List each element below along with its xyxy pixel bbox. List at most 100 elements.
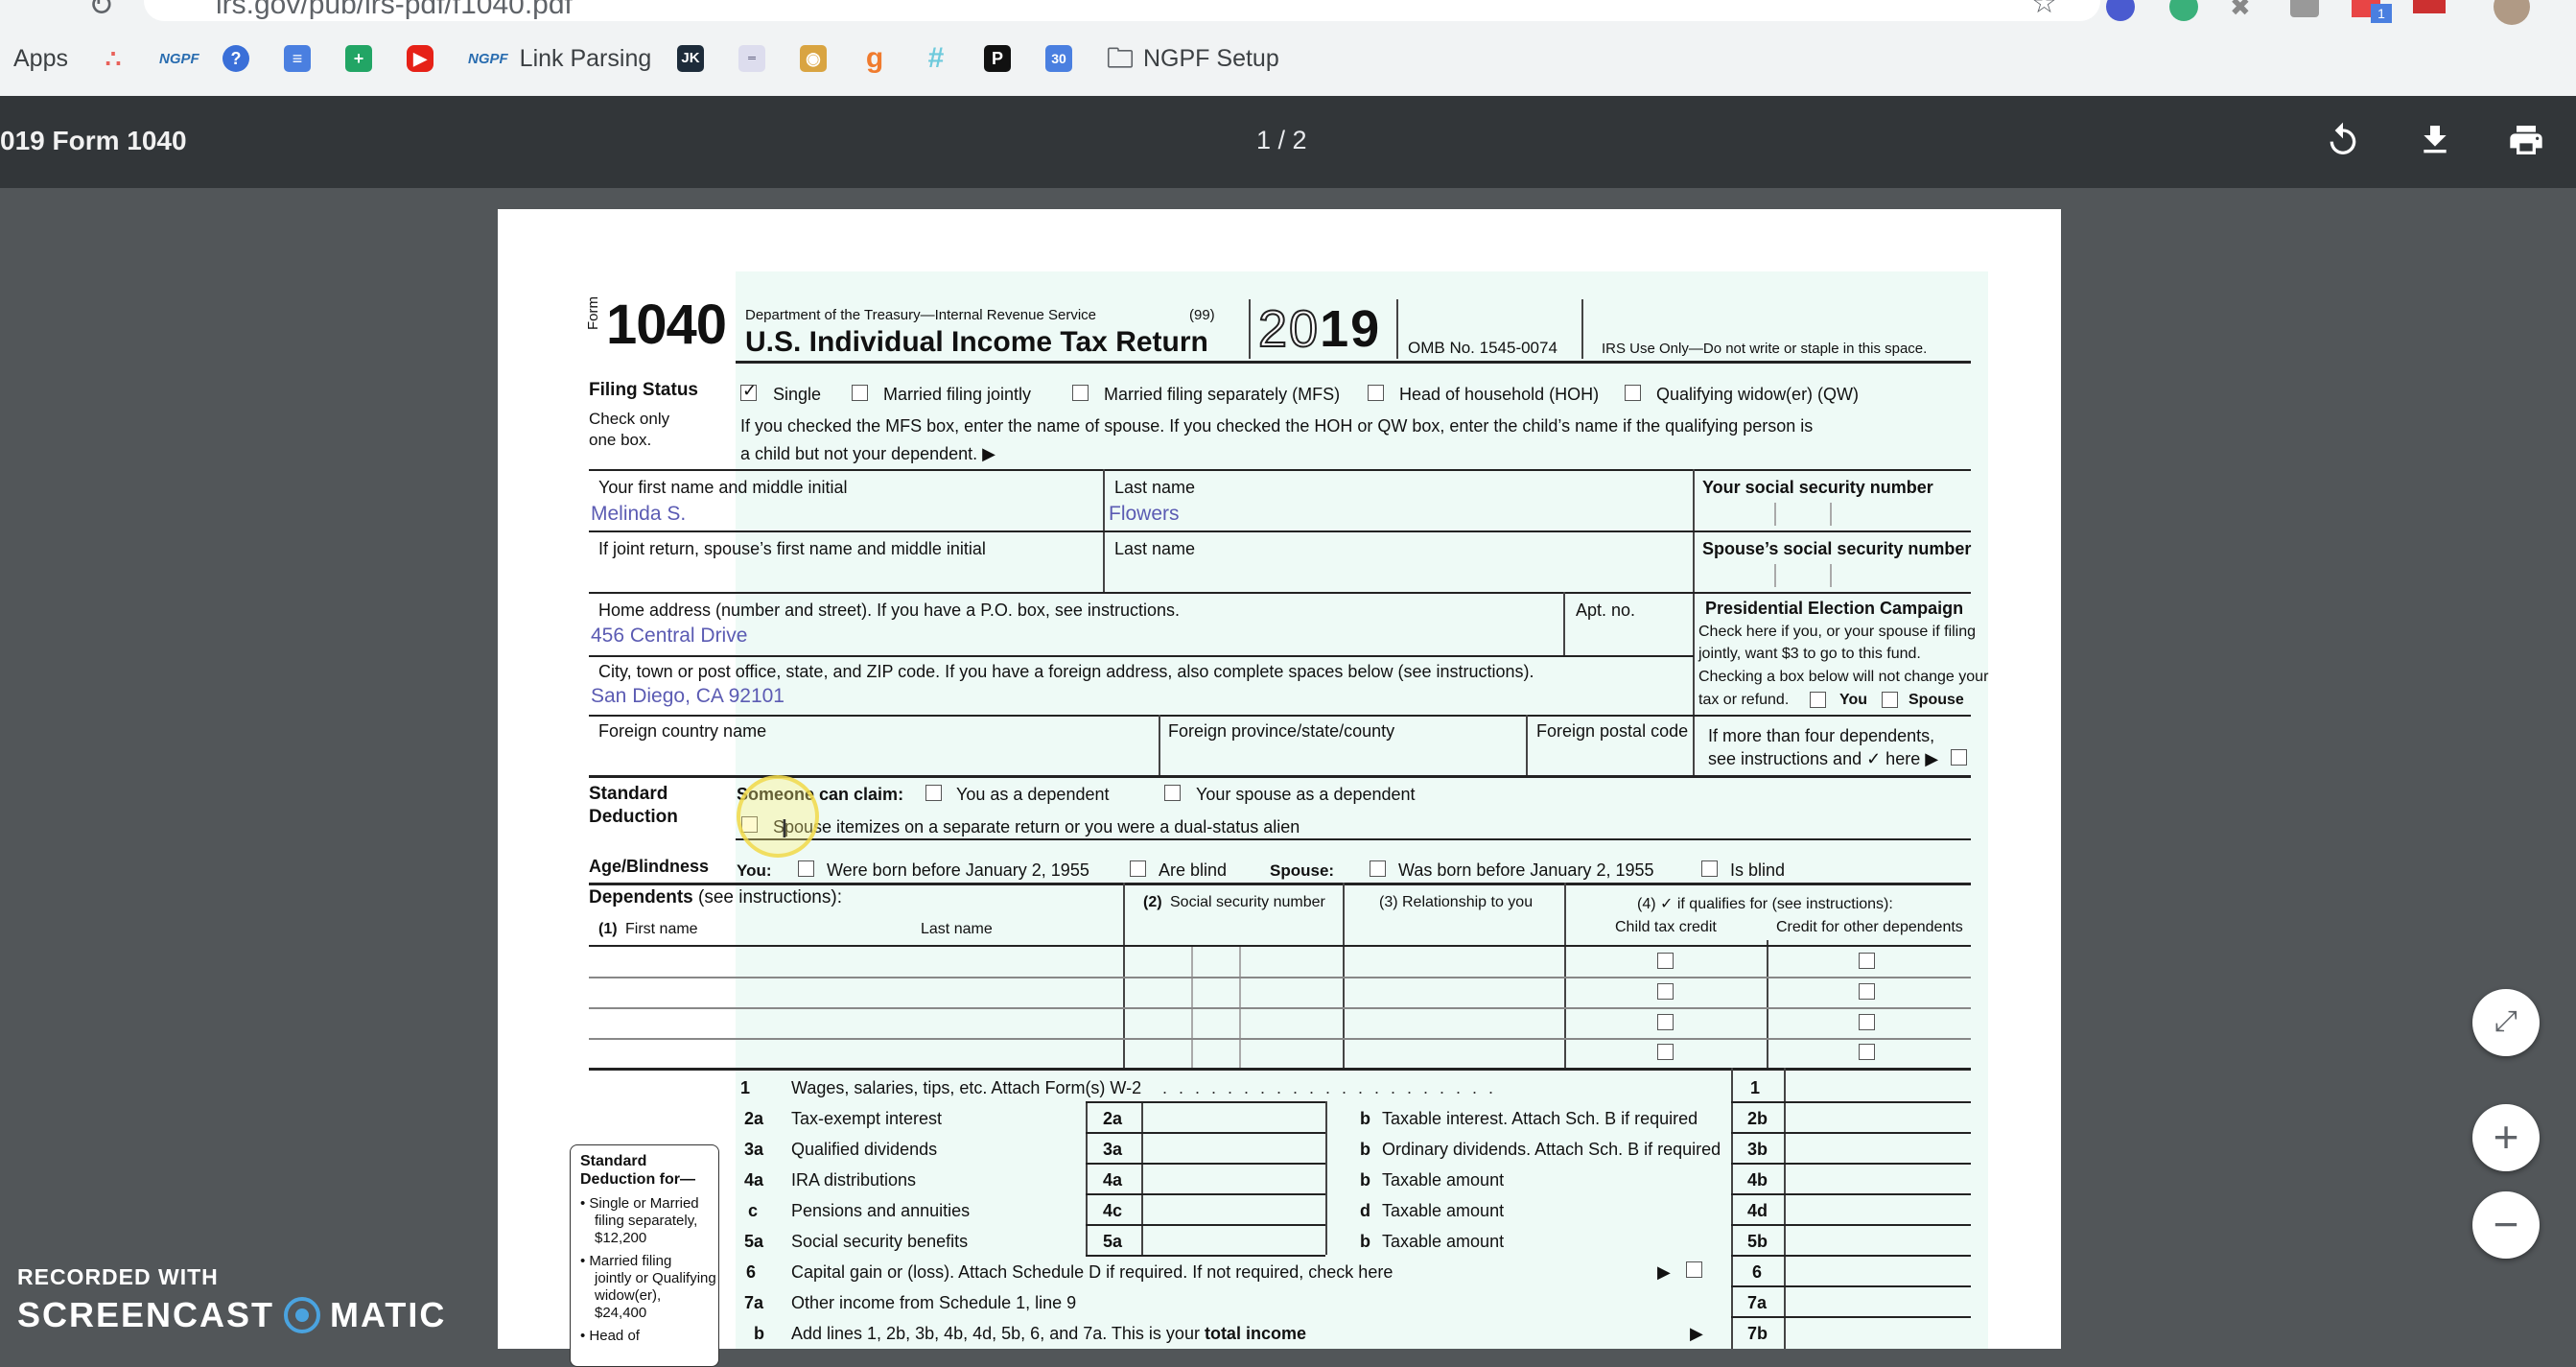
fit-page-button[interactable]: ⤢ xyxy=(2472,989,2540,1056)
checkbox-qw[interactable] xyxy=(1625,385,1641,401)
bookmark-jk[interactable]: JK xyxy=(677,38,714,79)
checkbox-hoh[interactable] xyxy=(1368,385,1384,401)
bookmark-p[interactable]: P xyxy=(984,38,1020,79)
rule xyxy=(1731,1255,1971,1257)
line-2a-box: 2a xyxy=(1103,1109,1123,1128)
checkbox-pec-spouse[interactable] xyxy=(1882,692,1898,708)
bookmark-docs[interactable]: ≡ xyxy=(284,38,320,79)
url-text[interactable]: irs.gov/pub/irs-pdf/f1040.pdf xyxy=(216,0,573,21)
line-3a-label: Qualified dividends xyxy=(791,1140,938,1159)
arrow-icon: ▶ xyxy=(1657,1262,1671,1282)
bookmark-brand[interactable]: ═ xyxy=(738,38,775,79)
extension-icon-6[interactable] xyxy=(2413,0,2446,13)
first-name-value[interactable]: Melinda S. xyxy=(591,503,686,526)
bookmark-ngpf[interactable]: NGPF xyxy=(159,38,199,79)
rule xyxy=(1086,1255,1325,1257)
rule xyxy=(1731,1193,1971,1195)
zoom-in-button[interactable]: + xyxy=(2472,1104,2540,1171)
bookmark-star-icon[interactable]: ☆ xyxy=(2031,0,2057,20)
youtube-icon: ▶ xyxy=(407,45,433,72)
city-value[interactable]: San Diego, CA 92101 xyxy=(591,685,785,708)
dep-col2-num: (2) xyxy=(1143,894,1162,910)
checkbox-other-credit-3[interactable] xyxy=(1859,1014,1875,1030)
rule xyxy=(589,883,1971,885)
spouse-blind-label: Is blind xyxy=(1730,860,1786,880)
rule xyxy=(589,530,1971,532)
divider xyxy=(1249,299,1251,359)
sd-box-title: Deduction for— xyxy=(580,1171,695,1188)
bookmark-asana[interactable]: ∴ xyxy=(100,38,136,79)
bookmark-badge[interactable]: ◉ xyxy=(800,38,836,79)
bookmark-youtube[interactable]: ▶ xyxy=(407,38,443,79)
checkbox-you-born-before[interactable] xyxy=(798,860,814,877)
line-4c-letter: c xyxy=(748,1201,759,1220)
bookmark-sheets[interactable]: + xyxy=(345,38,382,79)
bookmark-nearpod[interactable]: ? xyxy=(222,38,259,79)
age-blindness-label: Age/Blindness xyxy=(589,857,710,876)
line-5a-box: 5a xyxy=(1103,1232,1123,1251)
checkbox-child-credit-3[interactable] xyxy=(1657,1014,1674,1030)
sd-box-text: widow(er), xyxy=(595,1287,662,1304)
sd-box-text: $24,400 xyxy=(595,1305,647,1321)
checkbox-more-dependents[interactable] xyxy=(1951,749,1967,766)
checkbox-child-credit-2[interactable] xyxy=(1657,983,1674,1000)
sd-box-text: • Single or Married xyxy=(580,1195,699,1212)
bookmark-calendar[interactable]: 30 xyxy=(1045,38,1082,79)
folder-icon: 🗀 xyxy=(1107,43,1135,73)
checkbox-line-6[interactable] xyxy=(1686,1261,1702,1278)
screencast-logo-icon xyxy=(284,1297,321,1333)
dep-col3-label: (3) Relationship to you xyxy=(1379,894,1534,910)
dep-col1-label: First name xyxy=(625,921,698,937)
extension-icon-4[interactable] xyxy=(2290,0,2319,17)
checkbox-mfs[interactable] xyxy=(1072,385,1089,401)
checkbox-child-credit-1[interactable] xyxy=(1657,953,1674,969)
checkbox-single[interactable] xyxy=(740,381,757,401)
checkbox-you-blind[interactable] xyxy=(1130,860,1146,877)
checkbox-other-credit-4[interactable] xyxy=(1859,1044,1875,1060)
checkbox-other-credit-2[interactable] xyxy=(1859,983,1875,1000)
checkbox-pec-you[interactable] xyxy=(1810,692,1826,708)
asana-icon: ∴ xyxy=(105,44,122,73)
rule xyxy=(1086,1101,1325,1103)
rotate-icon[interactable] xyxy=(2324,121,2362,159)
bookmark-ngpf-setup[interactable]: 🗀 NGPF Setup xyxy=(1107,38,1279,79)
checkbox-you-dependent[interactable] xyxy=(925,785,942,801)
checkbox-spouse-blind[interactable] xyxy=(1701,860,1718,877)
last-name-value[interactable]: Flowers xyxy=(1109,503,1180,526)
watermark-logo: SCREENCAST MATIC xyxy=(17,1295,447,1334)
age-you-label: You: xyxy=(737,861,772,880)
rule xyxy=(589,592,1971,594)
download-icon[interactable] xyxy=(2416,121,2454,159)
checkbox-spouse-dependent[interactable] xyxy=(1164,785,1181,801)
checkbox-married-jointly[interactable] xyxy=(852,385,868,401)
divider xyxy=(1693,469,1695,776)
bookmark-apps[interactable]: Apps xyxy=(13,38,68,79)
calendar-icon: 30 xyxy=(1045,45,1072,72)
home-address-value[interactable]: 456 Central Drive xyxy=(591,625,747,648)
line-4b-box: 4b xyxy=(1747,1170,1768,1190)
bookmark-link-parsing[interactable]: NGPF Link Parsing xyxy=(468,38,651,79)
city-label: City, town or post office, state, and ZI… xyxy=(598,662,1534,681)
checkbox-other-credit-1[interactable] xyxy=(1859,953,1875,969)
line-7a-box: 7a xyxy=(1747,1293,1768,1312)
line-3b-box: 3b xyxy=(1747,1140,1768,1159)
zoom-out-button[interactable]: − xyxy=(2472,1191,2540,1259)
bookmark-g[interactable]: g xyxy=(861,38,898,79)
line-5b-box: 5b xyxy=(1747,1232,1768,1251)
checkbox-spouse-born-before[interactable] xyxy=(1370,860,1386,877)
rule xyxy=(1731,1132,1971,1134)
print-icon[interactable] xyxy=(2507,121,2545,159)
filing-status-sub: Check only xyxy=(589,410,670,428)
form-code: (99) xyxy=(1189,307,1215,323)
extension-icon-3[interactable]: ✖ xyxy=(2230,0,2251,22)
divider xyxy=(1396,299,1398,359)
docs-icon: ≡ xyxy=(284,45,311,72)
ssn-divider xyxy=(1774,564,1776,587)
checkbox-child-credit-4[interactable] xyxy=(1657,1044,1674,1060)
line-2a-num: 2a xyxy=(744,1109,764,1128)
reload-icon[interactable]: ↻ xyxy=(88,0,114,23)
age-spouse-label: Spouse: xyxy=(1270,861,1335,880)
bookmark-slack[interactable]: # xyxy=(923,38,959,79)
line-6-label: Capital gain or (loss). Attach Schedule … xyxy=(791,1262,1393,1282)
line-5b-letter: b xyxy=(1360,1232,1370,1251)
